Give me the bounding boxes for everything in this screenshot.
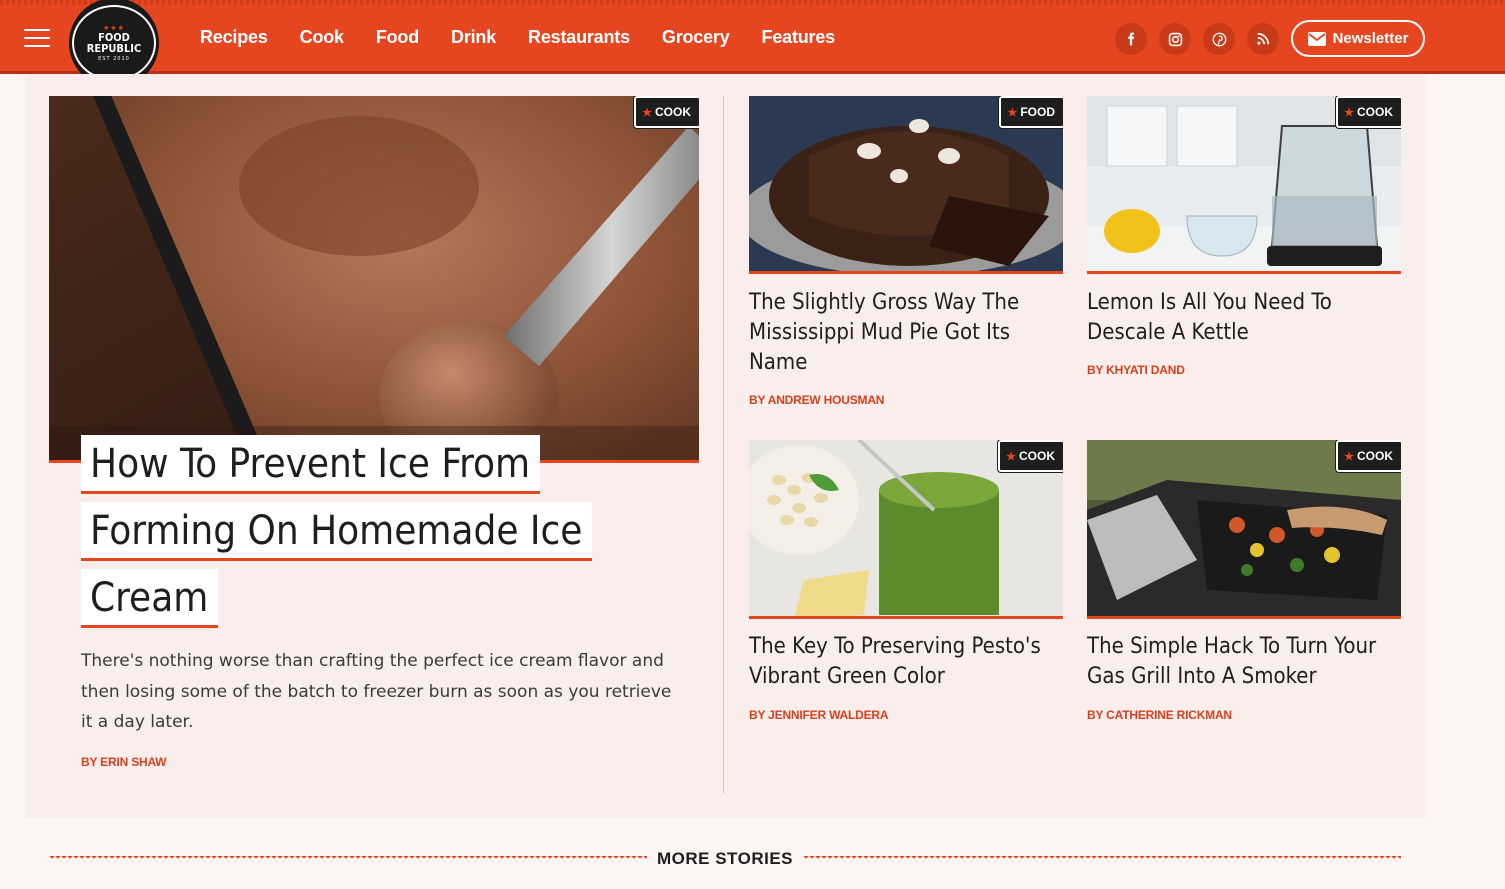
feature-byline[interactable]: BY ERIN SHAW (81, 755, 167, 769)
category-tag[interactable]: ★ FOOD (998, 96, 1063, 129)
tag-label: COOK (1019, 449, 1055, 463)
tag-label: COOK (1357, 105, 1393, 119)
more-stories-heading: MORE STORIES (656, 849, 794, 868)
tag-label: COOK (655, 105, 691, 119)
nav-features[interactable]: Features (762, 27, 836, 48)
card-title[interactable]: The Slightly Gross Way The Mississippi M… (749, 288, 1069, 378)
card-title[interactable]: Lemon Is All You Need To Descale A Kettl… (1087, 288, 1407, 348)
logo-est: EST 2010 (98, 56, 130, 62)
star-icon: ★ (1006, 450, 1016, 463)
facebook-icon[interactable] (1115, 23, 1147, 55)
category-tag[interactable]: ★ COOK (633, 96, 699, 129)
star-icon: ★ (1007, 106, 1018, 119)
zigzag-divider (803, 856, 1402, 862)
card-byline[interactable]: BY ANDREW HOUSMAN (749, 393, 884, 407)
category-tag[interactable]: ★ COOK (1335, 96, 1401, 129)
social-links (1115, 23, 1291, 55)
newsletter-button[interactable]: Newsletter (1291, 20, 1425, 57)
card-image[interactable]: ★ COOK (1087, 440, 1401, 619)
feature-title-line[interactable]: How To Prevent Ice From (81, 435, 541, 494)
card-image[interactable]: ★ COOK (749, 440, 1063, 619)
newsletter-label: Newsletter (1332, 30, 1409, 47)
main-nav: Recipes Cook Food Drink Restaurants Groc… (200, 0, 867, 74)
column-divider (723, 96, 724, 794)
nav-grocery[interactable]: Grocery (662, 27, 730, 48)
star-icon: ★ (642, 106, 652, 119)
zigzag-divider (49, 856, 647, 862)
feature-title[interactable]: How To Prevent Ice From Forming On Homem… (81, 435, 641, 636)
logo-text-line2: REPUBLIC (86, 42, 142, 55)
feature-description: There's nothing worse than crafting the … (81, 651, 672, 732)
feature-title-line[interactable]: Forming On Homemade Ice (81, 502, 593, 561)
tag-label: FOOD (1020, 105, 1055, 119)
category-tag[interactable]: ★ COOK (997, 440, 1063, 473)
category-tag[interactable]: ★ COOK (1335, 440, 1401, 473)
card-title[interactable]: The Key To Preserving Pesto's Vibrant Gr… (749, 632, 1069, 692)
nav-food[interactable]: Food (376, 27, 419, 48)
more-stories-divider: MORE STORIES (49, 846, 1402, 872)
ice-cream-photo (49, 96, 699, 460)
nav-recipes[interactable]: Recipes (200, 27, 268, 48)
star-icon: ★ (1344, 450, 1354, 463)
feature-image[interactable]: ★ COOK (49, 96, 699, 463)
envelope-icon (1307, 31, 1326, 46)
nav-drink[interactable]: Drink (451, 27, 496, 48)
card-image[interactable]: ★ COOK (1087, 96, 1401, 274)
site-header: ★★★ FOOD REPUBLIC EST 2010 Recipes Cook … (0, 0, 1505, 86)
tag-label: COOK (1357, 449, 1393, 463)
star-icon: ★ (1344, 106, 1354, 119)
nav-cook[interactable]: Cook (300, 27, 344, 48)
menu-icon[interactable] (24, 29, 50, 47)
card-byline[interactable]: BY JENNIFER WALDERA (749, 708, 889, 722)
feature-title-line[interactable]: Cream (81, 569, 219, 628)
card-byline[interactable]: BY CATHERINE RICKMAN (1087, 708, 1232, 722)
card-image[interactable]: ★ FOOD (749, 96, 1063, 274)
pinterest-icon[interactable] (1203, 23, 1235, 55)
card-byline[interactable]: BY KHYATI DAND (1087, 363, 1185, 377)
rss-icon[interactable] (1247, 23, 1279, 55)
card-title[interactable]: The Simple Hack To Turn Your Gas Grill I… (1087, 632, 1407, 692)
nav-restaurants[interactable]: Restaurants (528, 27, 630, 48)
instagram-icon[interactable] (1159, 23, 1191, 55)
